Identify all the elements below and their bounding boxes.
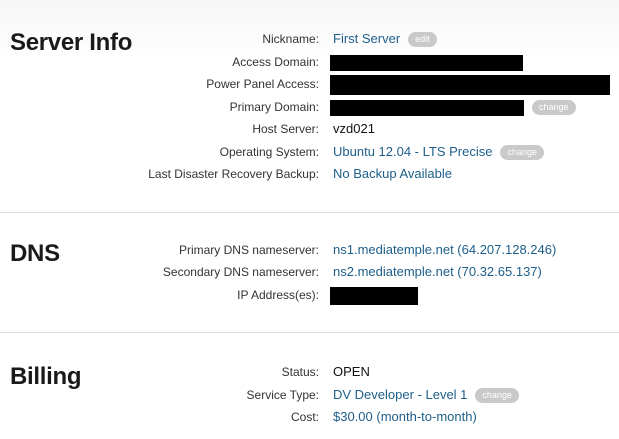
primary-dns-label: Primary DNS nameserver: — [178, 243, 319, 257]
operating-system-row: Operating System: Ubuntu 12.04 - LTS Pre… — [0, 142, 619, 162]
cost-value[interactable]: $30.00 (month-to-month) — [333, 407, 477, 427]
host-server-label: Host Server: — [252, 122, 319, 136]
change-service-type-button[interactable]: change — [475, 388, 519, 404]
nickname-row: Nickname: First Server edit — [0, 29, 619, 49]
cost-row: Cost: $30.00 (month-to-month) — [0, 407, 619, 427]
service-type-value: DV Developer - Level 1 change — [333, 385, 519, 405]
edit-nickname-button[interactable]: edit — [408, 32, 437, 48]
primary-dns-row: Primary DNS nameserver: ns1.mediatemple.… — [0, 240, 619, 260]
service-type-text[interactable]: DV Developer - Level 1 — [333, 387, 467, 402]
status-label: Status: — [281, 365, 319, 379]
redacted-block — [330, 74, 610, 95]
backup-label: Last Disaster Recovery Backup: — [148, 167, 319, 181]
redacted-block — [330, 286, 418, 305]
access-domain-row: Access Domain: — [0, 52, 619, 72]
section-divider — [0, 212, 619, 213]
ip-addresses-label: IP Address(es): — [237, 288, 319, 302]
host-server-value: vzd021 — [333, 121, 375, 136]
operating-system-value: Ubuntu 12.04 - LTS Precise change — [333, 142, 544, 162]
power-panel-label: Power Panel Access: — [206, 77, 319, 91]
change-primary-domain-button[interactable]: change — [532, 100, 576, 116]
redacted-block — [330, 54, 523, 71]
access-domain-label: Access Domain: — [232, 55, 319, 69]
redacted-block — [330, 99, 524, 116]
secondary-dns-value[interactable]: ns2.mediatemple.net (70.32.65.137) — [333, 262, 542, 282]
cost-label: Cost: — [290, 410, 319, 424]
host-server-row: Host Server: vzd021 — [0, 119, 619, 139]
nickname-label: Nickname: — [262, 32, 319, 46]
primary-dns-value[interactable]: ns1.mediatemple.net (64.207.128.246) — [333, 240, 556, 260]
ip-addresses-row: IP Address(es): — [0, 285, 619, 305]
ip-addresses-value — [330, 285, 418, 305]
operating-system-label: Operating System: — [219, 145, 319, 159]
backup-value[interactable]: No Backup Available — [333, 164, 452, 184]
service-type-row: Service Type: DV Developer - Level 1 chan… — [0, 385, 619, 405]
server-details-page: Server Info Nickname: First Server edit A… — [0, 0, 619, 439]
status-value: OPEN — [333, 364, 370, 379]
operating-system-text[interactable]: Ubuntu 12.04 - LTS Precise — [333, 144, 492, 159]
access-domain-value — [330, 52, 523, 72]
nickname-text: First Server — [333, 31, 401, 46]
change-os-button[interactable]: change — [500, 145, 544, 161]
backup-row: Last Disaster Recovery Backup: No Backup… — [0, 164, 619, 184]
service-type-label: Service Type: — [246, 388, 319, 402]
power-panel-value — [330, 74, 610, 95]
secondary-dns-row: Secondary DNS nameserver: ns2.mediatempl… — [0, 262, 619, 282]
primary-domain-label: Primary Domain: — [229, 100, 319, 114]
status-row: Status: OPEN — [0, 362, 619, 382]
primary-domain-value: change — [330, 97, 576, 117]
secondary-dns-label: Secondary DNS nameserver: — [162, 265, 319, 279]
primary-domain-row: Primary Domain: change — [0, 97, 619, 117]
section-divider — [0, 332, 619, 333]
nickname-value: First Server edit — [333, 29, 437, 49]
power-panel-row: Power Panel Access: — [0, 74, 619, 95]
